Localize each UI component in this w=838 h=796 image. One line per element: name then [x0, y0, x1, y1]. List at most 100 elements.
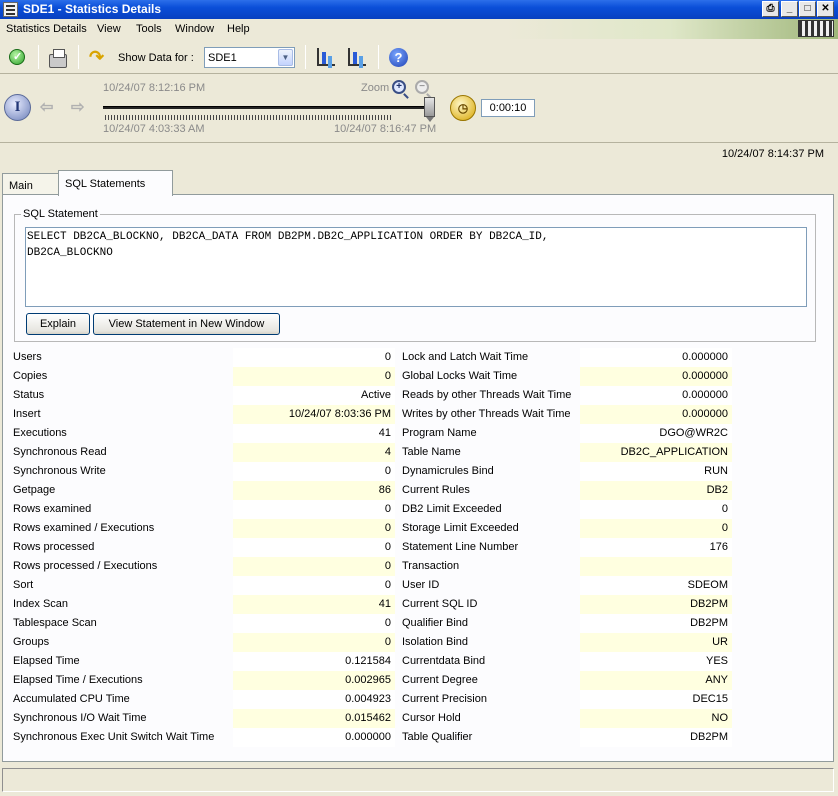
stat-label: Executions: [13, 427, 67, 439]
print-window-icon[interactable]: ⎙: [762, 1, 779, 17]
tab-bar: Main SQL Statements: [0, 170, 838, 196]
menu-tools[interactable]: Tools: [136, 23, 162, 35]
subsystem-select[interactable]: SDE1 ▼: [204, 47, 295, 68]
window-title: SDE1 - Statistics Details: [23, 2, 162, 16]
menu-help[interactable]: Help: [227, 23, 250, 35]
history-toolbar: I ⇦ ⇨ 10/24/07 8:12:16 PM Zoom + − 10/24…: [0, 75, 838, 143]
arrow-left-icon[interactable]: ⇦: [40, 97, 53, 117]
stat-label: Current Degree: [402, 674, 478, 686]
stat-value: Active: [233, 386, 395, 405]
stats-row: Synchronous I/O Wait Time 0.015462 Cursor …: [3, 709, 835, 728]
stat-label: DB2 Limit Exceeded: [402, 503, 502, 515]
stat-value: DB2PM: [580, 728, 732, 747]
stats-row: Rows examined / Executions 0 Storage Limit…: [3, 519, 835, 538]
current-snapshot-time: 10/24/07 8:12:16 PM: [103, 82, 206, 94]
status-bar: [2, 768, 834, 792]
stat-label: Synchronous Write: [13, 465, 106, 477]
stat-label: Qualifier Bind: [402, 617, 469, 629]
stat-value: 0: [233, 576, 395, 595]
tab-sql-statements[interactable]: SQL Statements: [58, 170, 173, 196]
zoom-out-icon[interactable]: −: [415, 80, 429, 94]
stats-row: Elapsed Time 0.121584 Currentdata Bind YES: [3, 652, 835, 671]
stat-label: Synchronous I/O Wait Time: [13, 712, 147, 724]
stat-label: Transaction: [402, 560, 460, 572]
stat-value: 0: [233, 633, 395, 652]
stat-label: User ID: [402, 579, 440, 591]
stats-row: Sort 0 User ID SDEOM: [3, 576, 835, 595]
stat-value: 0.000000: [233, 728, 395, 747]
stat-label: Elapsed Time / Executions: [13, 674, 143, 686]
stat-value: DB2C_APPLICATION: [580, 443, 732, 462]
stat-value: 41: [233, 424, 395, 443]
stat-value: 176: [580, 538, 732, 557]
stat-value: RUN: [580, 462, 732, 481]
arrow-right-icon[interactable]: ⇨: [71, 97, 84, 117]
maximize-button[interactable]: □: [799, 1, 816, 17]
stat-label: Copies: [13, 370, 48, 382]
toolbar-separator: [378, 45, 379, 69]
help-icon[interactable]: ?: [389, 48, 408, 67]
minimize-button[interactable]: _: [781, 1, 798, 17]
stats-row: Groups 0 Isolation Bind UR: [3, 633, 835, 652]
histogram-icon[interactable]: [348, 48, 366, 66]
sql-statement-text[interactable]: SELECT DB2CA_BLOCKNO, DB2CA_DATA FROM DB…: [25, 227, 807, 307]
stats-row: Synchronous Exec Unit Switch Wait Time 0.…: [3, 728, 835, 747]
sql-statement-group-label: SQL Statement: [21, 208, 100, 220]
stat-value: YES: [580, 652, 732, 671]
stat-label: Reads by other Threads Wait Time: [402, 389, 572, 401]
stat-value: 0.000000: [580, 405, 732, 424]
stat-label: Global Locks Wait Time: [402, 370, 518, 382]
stat-value: 4: [233, 443, 395, 462]
stats-row: Tablespace Scan 0 Qualifier Bind DB2PM: [3, 614, 835, 633]
close-button[interactable]: ✕: [817, 1, 834, 17]
history-mode-icon[interactable]: I: [4, 94, 31, 121]
stat-value: 0.000000: [580, 367, 732, 386]
stat-label: Table Name: [402, 446, 461, 458]
stat-value: 0.000000: [580, 386, 732, 405]
stats-row: Copies 0 Global Locks Wait Time 0.000000: [3, 367, 835, 386]
stat-label: Status: [13, 389, 45, 401]
tab-main[interactable]: Main: [2, 173, 59, 195]
stat-value: 0: [233, 500, 395, 519]
menu-window[interactable]: Window: [175, 23, 214, 35]
stat-value: DEC15: [580, 690, 732, 709]
timeline-ticks: [105, 115, 391, 120]
stat-label: Insert: [13, 408, 41, 420]
show-data-label: Show Data for :: [118, 52, 194, 64]
chevron-down-icon[interactable]: ▼: [278, 49, 293, 66]
stat-label: Rows processed / Executions: [13, 560, 158, 572]
stat-value: 0: [233, 519, 395, 538]
explain-button[interactable]: Explain: [26, 313, 90, 335]
timeline-slider-thumb[interactable]: [424, 97, 435, 122]
refresh-interval-field[interactable]: 0:00:10: [481, 99, 535, 117]
stats-row: Rows processed 0 Statement Line Number 176: [3, 538, 835, 557]
stat-label: Current SQL ID: [402, 598, 478, 610]
menu-view[interactable]: View: [97, 23, 121, 35]
range-end-time: 10/24/07 8:16:47 PM: [334, 123, 437, 135]
stats-row: Synchronous Read 4 Table Name DB2C_APPLICAT…: [3, 443, 835, 462]
bar-chart-icon[interactable]: [317, 48, 335, 66]
timeline-slider-track[interactable]: [103, 106, 433, 109]
stat-value: 0: [233, 538, 395, 557]
range-start-time: 10/24/07 4:03:33 AM: [103, 123, 205, 135]
clock-icon[interactable]: ◷: [450, 95, 476, 121]
stats-row: Executions 41 Program Name DGO@WR2C: [3, 424, 835, 443]
toolbar-separator: [38, 45, 39, 69]
stat-label: Dynamicrules Bind: [402, 465, 494, 477]
view-statement-new-window-button[interactable]: View Statement in New Window: [93, 313, 280, 335]
menu-statistics-details[interactable]: Statistics Details: [6, 23, 87, 35]
stat-label: Currentdata Bind: [402, 655, 486, 667]
stat-value: 0.004923: [233, 690, 395, 709]
stats-row: Users 0 Lock and Latch Wait Time 0.000000: [3, 348, 835, 367]
stat-label: Current Precision: [402, 693, 487, 705]
check-icon[interactable]: [9, 49, 25, 65]
refresh-icon[interactable]: ↷: [89, 48, 109, 66]
stat-label: Synchronous Exec Unit Switch Wait Time: [13, 731, 215, 743]
stat-label: Tablespace Scan: [13, 617, 97, 629]
stats-row: Synchronous Write 0 Dynamicrules Bind RUN: [3, 462, 835, 481]
stat-value: 0.000000: [580, 348, 732, 367]
stat-label: Rows processed: [13, 541, 95, 553]
zoom-in-icon[interactable]: +: [392, 80, 406, 94]
stat-value: 0.002965: [233, 671, 395, 690]
print-icon[interactable]: [49, 49, 67, 68]
